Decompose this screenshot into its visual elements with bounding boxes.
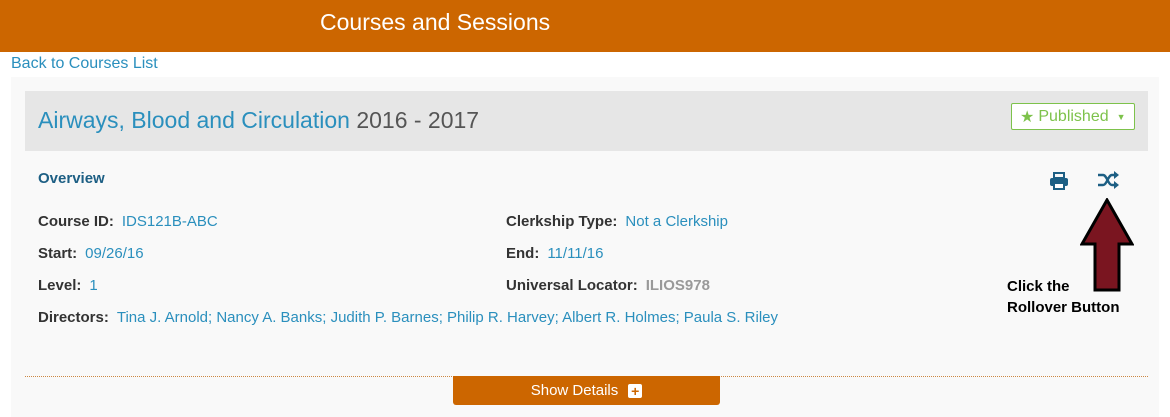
level-value[interactable]: 1 — [89, 277, 97, 294]
course-id-value[interactable]: IDS121B-ABC — [122, 213, 218, 230]
star-icon: ★ — [1020, 108, 1035, 126]
course-year: 2016 - 2017 — [356, 107, 480, 133]
start-label: Start: — [38, 245, 78, 262]
course-header: Airways, Blood and Circulation 2016 - 20… — [25, 91, 1148, 151]
end-value[interactable]: 11/11/16 — [547, 245, 603, 262]
level-field: Level: 1 — [38, 277, 98, 294]
annotation-line-2: Rollover Button — [1007, 299, 1120, 316]
clerkship-type-value[interactable]: Not a Clerkship — [625, 213, 728, 230]
overview-heading: Overview — [38, 170, 105, 187]
clerkship-type-field: Clerkship Type: Not a Clerkship — [506, 213, 728, 230]
universal-locator-field: Universal Locator: ILIOS978 — [506, 277, 710, 294]
directors-value[interactable]: Tina J. Arnold; Nancy A. Banks; Judith P… — [117, 309, 778, 326]
level-label: Level: — [38, 277, 82, 294]
course-title: Airways, Blood and Circulation 2016 - 20… — [38, 107, 479, 134]
page-title: Courses and Sessions — [320, 9, 551, 35]
top-bar: Courses and Sessions — [0, 0, 1170, 52]
directors-label: Directors: — [38, 309, 109, 326]
end-label: End: — [506, 245, 540, 262]
course-name: Airways, Blood and Circulation — [38, 107, 350, 133]
start-value[interactable]: 09/26/16 — [85, 245, 143, 262]
rollover-shuffle-icon[interactable] — [1097, 171, 1119, 189]
publish-status-label: Published — [1038, 107, 1109, 125]
show-details-button[interactable]: Show Details + — [453, 376, 720, 405]
clerkship-type-label: Clerkship Type: — [506, 213, 618, 230]
annotation-note: Click the Rollover Button — [1007, 276, 1120, 318]
annotation-line-1: Click the — [1007, 278, 1070, 295]
print-icon[interactable] — [1049, 172, 1069, 190]
publish-status-dropdown[interactable]: ★ Published ▼ — [1011, 103, 1135, 130]
show-details-label: Show Details — [530, 382, 619, 399]
back-to-courses-link[interactable]: Back to Courses List — [11, 55, 158, 73]
course-id-label: Course ID: — [38, 213, 114, 230]
course-id-field: Course ID: IDS121B-ABC — [38, 213, 218, 230]
plus-icon: + — [628, 383, 643, 398]
caret-down-icon: ▼ — [1116, 111, 1126, 122]
end-date-field: End: 11/11/16 — [506, 245, 604, 262]
directors-field: Directors: Tina J. Arnold; Nancy A. Banks… — [38, 309, 778, 326]
universal-locator-value: ILIOS978 — [645, 277, 710, 294]
start-date-field: Start: 09/26/16 — [38, 245, 144, 262]
universal-locator-label: Universal Locator: — [506, 277, 638, 294]
